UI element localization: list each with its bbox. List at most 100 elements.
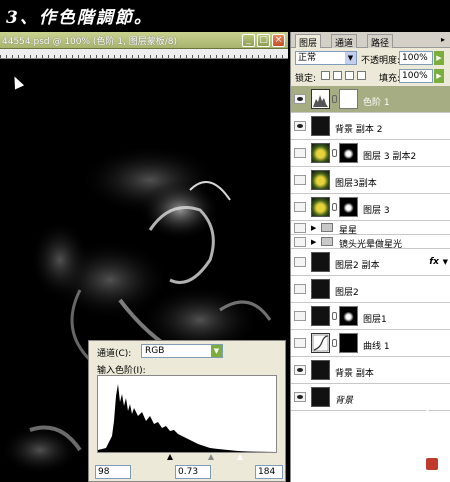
layer-group-row[interactable]: ▶ 镜头光晕做星光 xyxy=(291,235,450,250)
layer-name: 图层 3 xyxy=(363,206,390,216)
lock-position-checkbox[interactable] xyxy=(345,71,354,80)
layer-name: 背景 副本 xyxy=(335,369,374,379)
black-input-field[interactable]: 98 xyxy=(95,465,131,479)
layer-mask-thumbnail[interactable] xyxy=(339,197,358,217)
fill-label: 填充: xyxy=(379,74,401,84)
layer-row[interactable]: 图层1 xyxy=(291,303,450,330)
lock-image-checkbox[interactable] xyxy=(333,71,342,80)
layer-thumbnail xyxy=(311,360,330,380)
layer-mask-thumbnail[interactable] xyxy=(339,306,358,326)
document-titlebar[interactable]: 44554.psd @ 100% (色阶 1, 图层蒙板/8) _ □ × xyxy=(0,32,288,49)
input-slider-track[interactable] xyxy=(97,454,277,462)
link-chain-icon xyxy=(332,339,337,347)
eye-icon[interactable] xyxy=(294,175,306,185)
layer-thumbnail xyxy=(311,116,330,136)
layer-name: 图层3副本 xyxy=(335,179,377,189)
lock-label: 锁定: xyxy=(295,74,317,84)
layer-row[interactable]: 色阶 1 xyxy=(291,86,450,113)
tab-layers[interactable]: 图层 xyxy=(295,34,322,49)
layer-row[interactable]: 图层2 xyxy=(291,276,450,303)
layer-mask-thumbnail[interactable] xyxy=(339,143,358,163)
histogram xyxy=(97,375,277,453)
link-chain-icon xyxy=(332,312,337,320)
eye-icon[interactable] xyxy=(294,365,306,375)
black-point-slider[interactable] xyxy=(167,454,173,460)
eye-icon[interactable] xyxy=(294,284,306,294)
expand-arrow-icon[interactable]: ▼ xyxy=(443,258,448,266)
panel-menu-icon[interactable]: ▸ xyxy=(438,35,448,45)
layer-thumbnail xyxy=(311,279,330,299)
eye-icon[interactable] xyxy=(294,148,306,158)
blend-mode-value: 正常 xyxy=(298,53,317,63)
eye-icon[interactable] xyxy=(294,121,306,131)
minimize-button[interactable]: _ xyxy=(242,34,255,47)
gamma-slider[interactable] xyxy=(208,454,214,460)
document-title: 44554.psd @ 100% (色阶 1, 图层蒙板/8) xyxy=(2,37,178,47)
eye-icon[interactable] xyxy=(294,338,306,348)
layer-thumbnail xyxy=(311,143,330,163)
opacity-label: 不透明度: xyxy=(361,56,401,66)
eye-icon[interactable] xyxy=(294,257,306,267)
maximize-button[interactable]: □ xyxy=(257,34,270,47)
layer-row[interactable]: 图层 3 xyxy=(291,194,450,221)
blend-mode-select[interactable]: 正常 ▼ xyxy=(295,51,357,65)
folder-icon xyxy=(321,223,333,232)
blend-row: 正常 ▼ 不透明度: 100% xyxy=(291,50,450,66)
layer-thumbnail xyxy=(311,306,330,326)
opacity-field[interactable]: 100% xyxy=(399,51,433,65)
histogram-graph xyxy=(98,384,276,452)
layer-effects-icon[interactable]: fx xyxy=(429,257,439,267)
close-button[interactable]: × xyxy=(272,34,285,47)
lock-transparency-checkbox[interactable] xyxy=(321,71,330,80)
layer-mask-thumbnail[interactable] xyxy=(339,333,358,353)
layer-name: 图层2 xyxy=(335,288,359,298)
eye-icon[interactable] xyxy=(294,392,306,402)
layer-row[interactable]: 曲线 1 xyxy=(291,330,450,357)
layer-name: 图层2 副本 xyxy=(335,261,380,271)
tab-paths[interactable]: 路径 xyxy=(367,34,394,49)
gamma-input-field[interactable]: 0.73 xyxy=(175,465,211,479)
layer-name: 背景 副本 2 xyxy=(335,125,383,135)
artist-signature xyxy=(416,400,446,475)
layer-name: 图层1 xyxy=(363,315,387,325)
expand-triangle-icon[interactable]: ▶ xyxy=(311,238,316,246)
levels-adjustment-icon xyxy=(311,89,330,109)
channel-select[interactable]: RGB ▼ xyxy=(141,344,223,358)
caption-text: 3、作色階調節。 xyxy=(6,8,153,28)
eye-icon[interactable] xyxy=(294,223,306,233)
link-chain-icon xyxy=(332,95,337,103)
opacity-arrow-icon[interactable]: ▶ xyxy=(434,51,444,65)
layer-name: 色阶 1 xyxy=(363,98,390,108)
channel-label: 通道(C): xyxy=(97,349,132,359)
lock-all-checkbox[interactable] xyxy=(357,71,366,80)
white-point-slider[interactable] xyxy=(237,454,243,460)
eye-icon[interactable] xyxy=(294,237,306,247)
chevron-down-icon: ▼ xyxy=(345,52,356,64)
eye-icon[interactable] xyxy=(294,94,306,104)
expand-triangle-icon[interactable]: ▶ xyxy=(311,224,316,232)
layer-thumbnail xyxy=(311,197,330,217)
tab-channels[interactable]: 通道 xyxy=(331,34,358,49)
layer-name: 图层 3 副本2 xyxy=(363,152,417,162)
layer-mask-thumbnail[interactable] xyxy=(339,89,358,109)
layer-row[interactable]: 背景 副本 xyxy=(291,357,450,384)
eye-icon[interactable] xyxy=(294,202,306,212)
fill-field[interactable]: 100% xyxy=(399,69,433,83)
layer-row[interactable]: 图层3副本 xyxy=(291,167,450,194)
layer-thumbnail xyxy=(311,252,330,272)
white-input-field[interactable]: 184 xyxy=(255,465,283,479)
layer-name: 背景 xyxy=(335,396,354,406)
layer-group-row[interactable]: ▶ 星星 xyxy=(291,221,450,236)
lock-row: 锁定: 填充: 100% xyxy=(291,68,450,84)
folder-icon xyxy=(321,237,333,246)
layer-row[interactable]: 背景 副本 2 xyxy=(291,113,450,140)
fill-arrow-icon[interactable]: ▶ xyxy=(434,69,444,83)
tutorial-caption: 3、作色階調節。 xyxy=(0,0,450,32)
curves-adjustment-icon xyxy=(311,333,330,353)
panel-tabs: 图层 通道 路径 ▸ xyxy=(291,32,450,49)
layer-row[interactable]: 图层2 副本 fx ▼ xyxy=(291,249,450,276)
link-chain-icon xyxy=(332,149,337,157)
eye-icon[interactable] xyxy=(294,311,306,321)
layer-thumbnail xyxy=(311,387,330,407)
layer-row[interactable]: 图层 3 副本2 xyxy=(291,140,450,167)
